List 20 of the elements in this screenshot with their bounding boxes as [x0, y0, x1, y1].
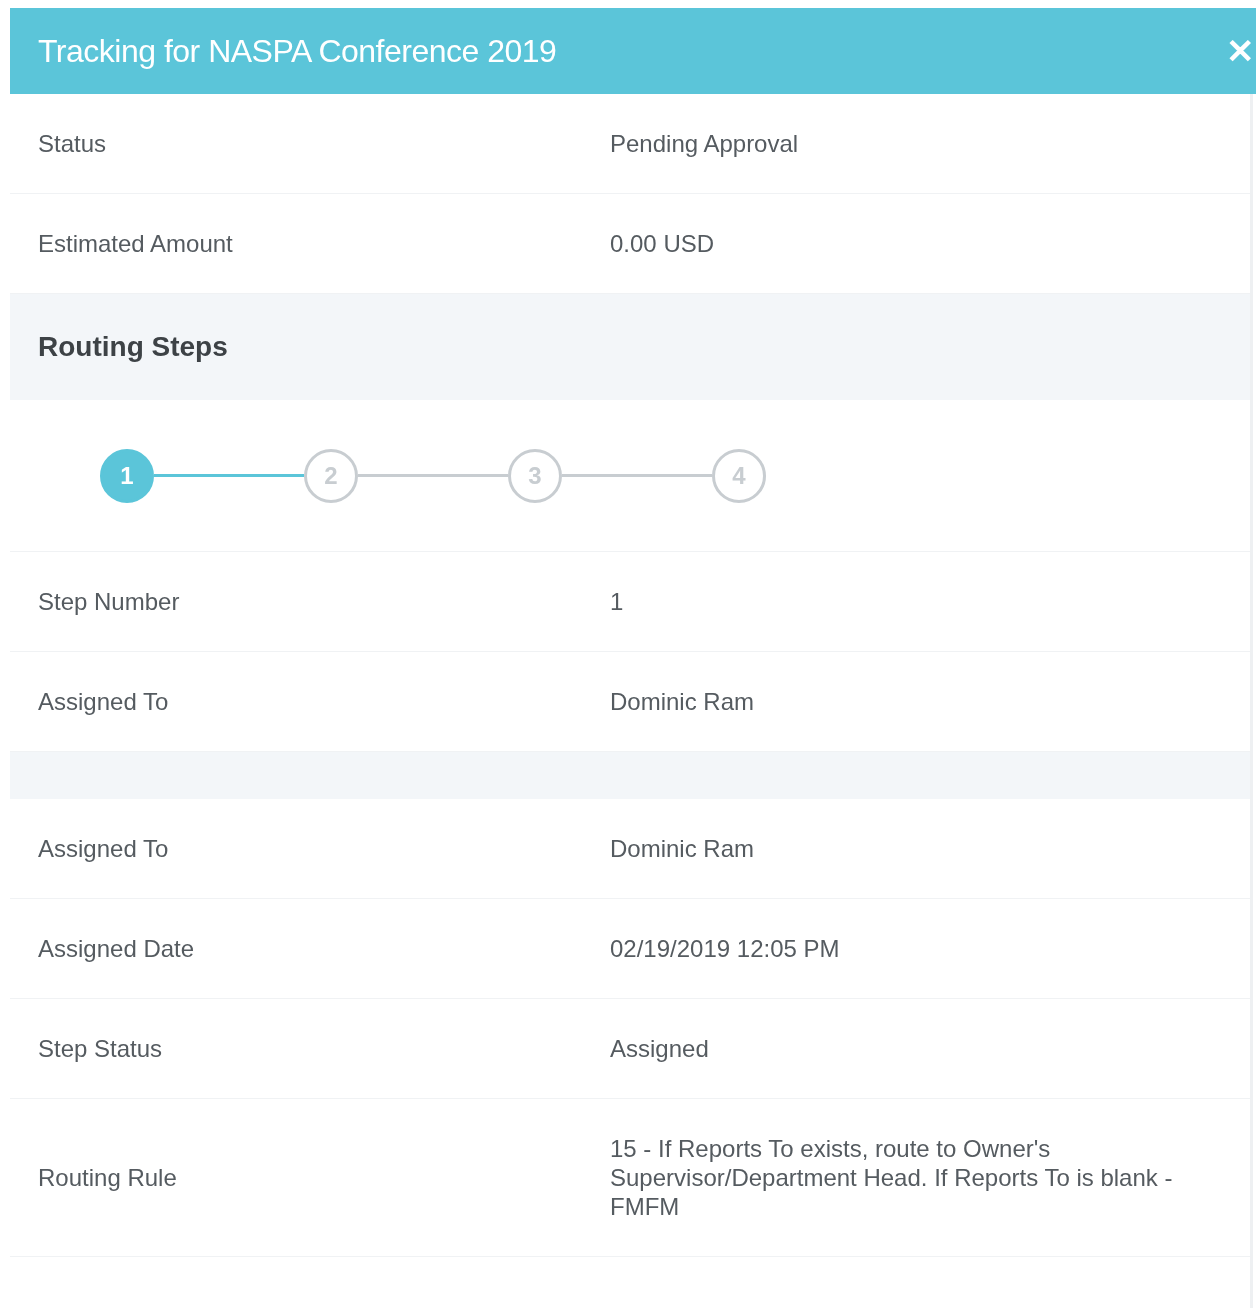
field-label: Status: [37, 129, 108, 158]
field-value: 02/19/2019 12:05 PM: [610, 934, 841, 963]
field-value: 0.00 USD: [610, 229, 716, 258]
field-label: Step Status: [37, 1034, 164, 1063]
field-label: Step Number: [37, 587, 181, 616]
field-value: Assigned: [610, 1034, 710, 1063]
field-value: 1: [610, 587, 625, 616]
close-button[interactable]: ✕: [1226, 34, 1256, 68]
field-label: Assigned To: [37, 834, 170, 863]
field-value: Pending Approval: [610, 129, 800, 158]
step-circle[interactable]: 1: [100, 448, 154, 503]
field-label: Estimated Amount: [37, 229, 234, 258]
field-label: Routing Rule: [37, 1163, 178, 1192]
dialog-title: Tracking for NASPA Conference 2019: [38, 32, 557, 70]
section-title: Routing Steps: [38, 331, 228, 363]
field-label: Assigned To: [37, 687, 170, 716]
field-value: Dominic Ram: [610, 687, 756, 716]
field-value: 15 - If Reports To exists, route to Owner's Supervisor/Department Head. If Reports To is blank - FMFM: [610, 1134, 1174, 1221]
field-value: Dominic Ram: [610, 834, 756, 863]
field-label: Assigned Date: [37, 934, 196, 963]
